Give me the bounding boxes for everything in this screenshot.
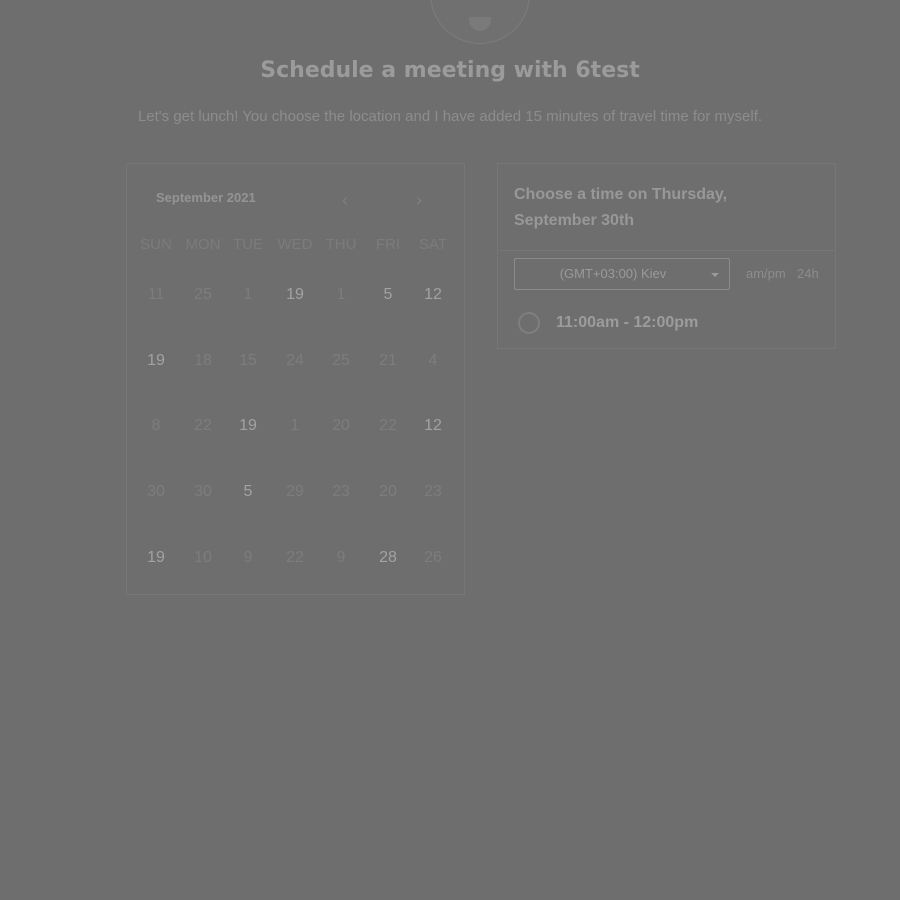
page-title: Schedule a meeting with 6test <box>260 58 640 83</box>
calendar-day[interactable]: 19 <box>225 411 271 441</box>
host-avatar <box>430 0 530 44</box>
calendar-day[interactable]: 18 <box>180 346 226 376</box>
calendar-day[interactable]: 21 <box>365 346 411 376</box>
calendar-day[interactable]: 1 <box>225 280 271 310</box>
time-slot-label: 11:00am - 12:00pm <box>556 314 699 331</box>
selected-date-heading: Choose a time on Thursday, September 30t… <box>514 186 728 229</box>
calendar-day[interactable]: 15 <box>225 346 271 376</box>
calendar-day[interactable]: 10 <box>180 543 226 573</box>
calendar-day[interactable]: 25 <box>318 346 364 376</box>
time-selection-panel: Choose a time on Thursday, September 30t… <box>497 163 836 349</box>
calendar-day[interactable]: 30 <box>180 477 226 507</box>
calendar-day[interactable]: 19 <box>133 346 179 376</box>
calendar-day[interactable]: 26 <box>410 543 456 573</box>
chevron-right-icon[interactable]: › <box>409 190 429 210</box>
calendar-day[interactable]: 22 <box>365 411 411 441</box>
weekday-label: MON <box>185 236 221 253</box>
calendar-day[interactable]: 8 <box>133 411 179 441</box>
calendar-day[interactable]: 19 <box>133 543 179 573</box>
weekday-label: THU <box>325 236 357 253</box>
calendar-day[interactable]: 24 <box>272 346 318 376</box>
calendar-day[interactable]: 9 <box>318 543 364 573</box>
timezone-value: (GMT+03:00) Kiev <box>559 266 667 281</box>
caret-down-icon <box>711 273 719 277</box>
calendar-day[interactable]: 22 <box>180 411 226 441</box>
calendar-day[interactable]: 1 <box>318 280 364 310</box>
meeting-description: Let's get lunch! You choose the location… <box>137 108 763 125</box>
calendar-day[interactable]: 5 <box>365 280 411 310</box>
radio-icon[interactable] <box>518 312 540 334</box>
month-label: September 2021 <box>156 190 256 205</box>
calendar-day[interactable]: 12 <box>410 411 456 441</box>
divider <box>498 250 835 251</box>
weekday-label: FRI <box>375 236 401 253</box>
calendar-day[interactable]: 4 <box>410 346 456 376</box>
weekday-label: SAT <box>418 236 448 253</box>
weekday-label: SUN <box>140 236 172 253</box>
calendar-day[interactable]: 30 <box>133 477 179 507</box>
time-slot-option[interactable]: 11:00am - 12:00pm <box>518 310 818 338</box>
calendar-day[interactable]: 22 <box>272 543 318 573</box>
calendar-day[interactable]: 23 <box>318 477 364 507</box>
weekday-header: SUN MON TUE WED THU FRI SAT <box>133 236 463 256</box>
weekday-label: WED <box>277 236 313 253</box>
calendar-day[interactable]: 25 <box>180 280 226 310</box>
timezone-select[interactable]: (GMT+03:00) Kiev <box>514 258 730 290</box>
calendar-day[interactable]: 23 <box>410 477 456 507</box>
weekday-label: TUE <box>233 236 263 253</box>
calendar-day[interactable]: 1 <box>272 411 318 441</box>
calendar-panel: September 2021 ‹ › SUN MON TUE WED THU FRI SAT… <box>126 163 465 595</box>
avatar-image <box>469 17 491 31</box>
calendar-day[interactable]: 29 <box>272 477 318 507</box>
24h-toggle[interactable]: 24h <box>797 266 819 281</box>
calendar-day[interactable]: 20 <box>318 411 364 441</box>
calendar-day[interactable]: 5 <box>225 477 271 507</box>
calendar-day[interactable]: 28 <box>365 543 411 573</box>
calendar-day[interactable]: 19 <box>272 280 318 310</box>
ampm-toggle[interactable]: am/pm <box>746 266 786 281</box>
calendar-day[interactable]: 9 <box>225 543 271 573</box>
calendar-day[interactable]: 12 <box>410 280 456 310</box>
calendar-day[interactable]: 11 <box>133 280 179 310</box>
chevron-left-icon[interactable]: ‹ <box>335 190 355 210</box>
calendar-day[interactable]: 20 <box>365 477 411 507</box>
